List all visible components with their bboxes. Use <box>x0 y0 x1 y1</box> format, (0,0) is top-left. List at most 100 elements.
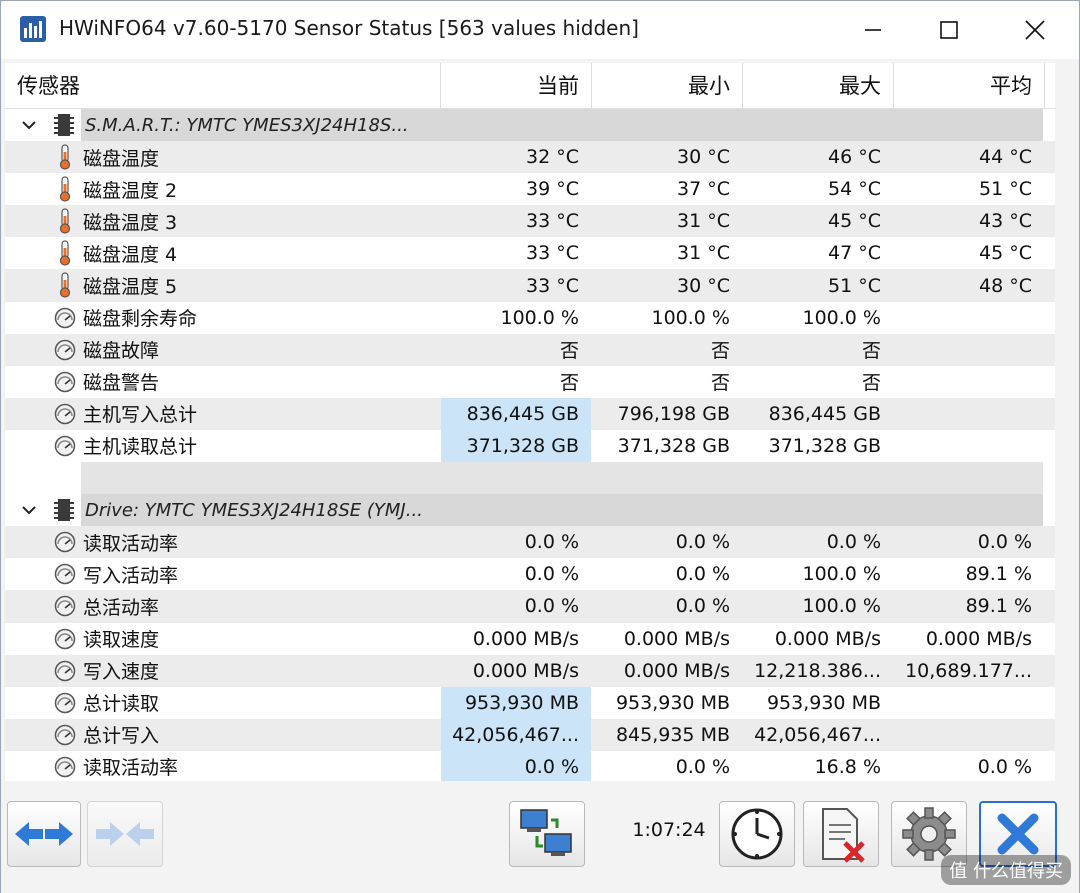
close-icon <box>1025 20 1045 40</box>
table-row[interactable]: 磁盘温度 2 39 °C 37 °C 54 °C 51 °C <box>5 173 1055 205</box>
chevron-down-icon[interactable] <box>19 500 39 520</box>
table-row[interactable]: 主机读取总计 371,328 GB 371,328 GB 371,328 GB <box>5 429 1055 463</box>
clock-button[interactable] <box>719 801 795 867</box>
column-header-current[interactable]: 当前 <box>441 63 592 109</box>
value-avg: 0.000 MB/s <box>925 627 1032 650</box>
table-row[interactable]: 读取活动率 0.0 % 0.0 % 16.8 % 0.0 % <box>5 750 1055 781</box>
value-max: 100.0 % <box>802 595 882 618</box>
value-current: 否 <box>559 340 579 363</box>
sensor-name: 总计读取 <box>83 693 160 716</box>
table-row[interactable]: 主机写入总计 836,445 GB 796,198 GB 836,445 GB <box>5 397 1055 430</box>
value-min: 796,198 GB <box>617 402 730 425</box>
sensor-table[interactable]: 传感器 当前 最小 最大 平均 S.M.A.R.T.: YMTC YMES3XJ… <box>5 63 1055 781</box>
sensor-name: 磁盘温度 <box>83 147 160 170</box>
value-current: 0.0 % <box>441 750 591 781</box>
group-header-row[interactable]: Drive: YMTC YMES3XJ24H18SE (YMJ... <box>5 494 1055 527</box>
value-current: 0.0 % <box>524 595 579 618</box>
value-max: 100.0 % <box>802 306 882 329</box>
table-row[interactable]: 总活动率 0.0 % 0.0 % 100.0 % 89.1 % <box>5 590 1055 623</box>
value-avg: 89.1 % <box>965 563 1032 586</box>
clock-icon <box>731 808 783 860</box>
collapse-arrows-button[interactable] <box>87 801 163 867</box>
maximize-button[interactable] <box>911 1 987 59</box>
watermark: 值 什么值得买 <box>941 855 1071 885</box>
value-min: 31 °C <box>677 242 730 265</box>
value-max: 0.000 MB/s <box>774 627 881 650</box>
table-row[interactable]: 磁盘故障 否 否 否 <box>5 333 1055 366</box>
value-avg: 45 °C <box>979 242 1032 265</box>
value-max: 16.8 % <box>814 755 881 778</box>
value-current: 100.0 % <box>500 306 580 329</box>
close-x-icon <box>997 813 1039 855</box>
value-avg: 48 °C <box>979 274 1032 297</box>
maximize-icon <box>940 21 958 39</box>
network-button[interactable] <box>509 801 585 867</box>
value-min: 0.0 % <box>675 531 730 554</box>
report-delete-icon <box>822 808 865 863</box>
gauge-icon <box>53 658 77 684</box>
report-delete-button[interactable] <box>803 801 879 867</box>
table-row[interactable]: 磁盘温度 3 33 °C 31 °C 45 °C 43 °C <box>5 205 1055 238</box>
value-min: 37 °C <box>677 178 730 201</box>
value-min: 371,328 GB <box>617 434 730 457</box>
sensor-name: 磁盘故障 <box>83 340 160 363</box>
gauge-icon <box>53 561 77 587</box>
column-header-sensor[interactable]: 传感器 <box>5 63 441 109</box>
spacer-row[interactable] <box>5 462 1055 495</box>
nav-arrows-button[interactable] <box>7 801 81 867</box>
table-row[interactable]: 写入速度 0.000 MB/s 0.000 MB/s 12,218.386... 10,… <box>5 654 1055 687</box>
table-row[interactable]: 磁盘温度 4 33 °C 31 °C 47 °C 45 °C <box>5 237 1055 269</box>
title-bar[interactable]: HWiNFO64 v7.60-5170 Sensor Status [563 v… <box>1 1 1079 59</box>
sensor-name: 写入活动率 <box>83 564 179 587</box>
close-window-button[interactable] <box>997 1 1073 59</box>
sensor-name: 读取速度 <box>83 629 160 652</box>
value-min: 0.0 % <box>675 563 730 586</box>
gauge-icon <box>53 337 77 363</box>
value-max: 100.0 % <box>802 563 882 586</box>
collapse-arrows-icon <box>96 822 154 846</box>
value-min: 0.000 MB/s <box>623 627 730 650</box>
value-max: 371,328 GB <box>768 434 881 457</box>
column-header-min[interactable]: 最小 <box>592 63 743 109</box>
value-min: 953,930 MB <box>615 691 730 714</box>
value-min: 30 °C <box>677 274 730 297</box>
table-row[interactable]: 读取活动率 0.0 % 0.0 % 0.0 % 0.0 % <box>5 526 1055 559</box>
drive-chip-icon <box>54 499 74 522</box>
sensor-name: 磁盘剩余寿命 <box>83 308 198 331</box>
value-current: 953,930 MB <box>441 686 591 719</box>
value-min: 31 °C <box>677 210 730 233</box>
table-row[interactable]: 写入活动率 0.0 % 0.0 % 100.0 % 89.1 % <box>5 558 1055 590</box>
table-row[interactable]: 磁盘警告 否 否 否 <box>5 366 1055 398</box>
table-row[interactable]: 磁盘剩余寿命 100.0 % 100.0 % 100.0 % <box>5 302 1055 334</box>
gauge-icon <box>53 722 77 748</box>
elapsed-timer: 1:07:24 <box>632 819 706 841</box>
value-current: 42,056,467... <box>441 718 591 751</box>
value-avg <box>894 366 1044 398</box>
vertical-scrollbar[interactable] <box>1055 63 1077 781</box>
sensor-name: 磁盘温度 5 <box>83 276 178 299</box>
minimize-button[interactable] <box>835 1 911 59</box>
column-header-max[interactable]: 最大 <box>743 63 894 109</box>
table-row[interactable]: 读取速度 0.000 MB/s 0.000 MB/s 0.000 MB/s 0.000 … <box>5 623 1055 655</box>
table-row[interactable]: 总计写入 42,056,467... 845,935 MB 42,056,467... <box>5 718 1055 751</box>
thermometer-icon <box>53 272 77 299</box>
chevron-down-icon[interactable] <box>19 115 39 135</box>
column-header-avg[interactable]: 平均 <box>894 63 1045 109</box>
value-current: 836,445 GB <box>441 397 591 430</box>
value-min: 0.0 % <box>675 755 730 778</box>
group-header-row[interactable]: S.M.A.R.T.: YMTC YMES3XJ24H18S... <box>5 109 1055 142</box>
value-min: 30 °C <box>677 146 730 169</box>
value-max: 否 <box>861 372 881 395</box>
sensor-name: 主机读取总计 <box>83 436 198 459</box>
value-current: 0.000 MB/s <box>472 627 579 650</box>
hwinfo-app-icon <box>20 16 46 42</box>
value-max: 836,445 GB <box>768 402 881 425</box>
table-row[interactable]: 总计读取 953,930 MB 953,930 MB 953,930 MB <box>5 686 1055 719</box>
value-max: 51 °C <box>828 274 881 297</box>
value-avg: 43 °C <box>979 210 1032 233</box>
table-row[interactable]: 磁盘温度 5 33 °C 30 °C 51 °C 48 °C <box>5 269 1055 302</box>
value-avg: 51 °C <box>979 178 1032 201</box>
value-avg: 0.0 % <box>977 531 1032 554</box>
table-row[interactable]: 磁盘温度 32 °C 30 °C 46 °C 44 °C <box>5 141 1055 174</box>
value-min: 845,935 MB <box>615 723 730 746</box>
